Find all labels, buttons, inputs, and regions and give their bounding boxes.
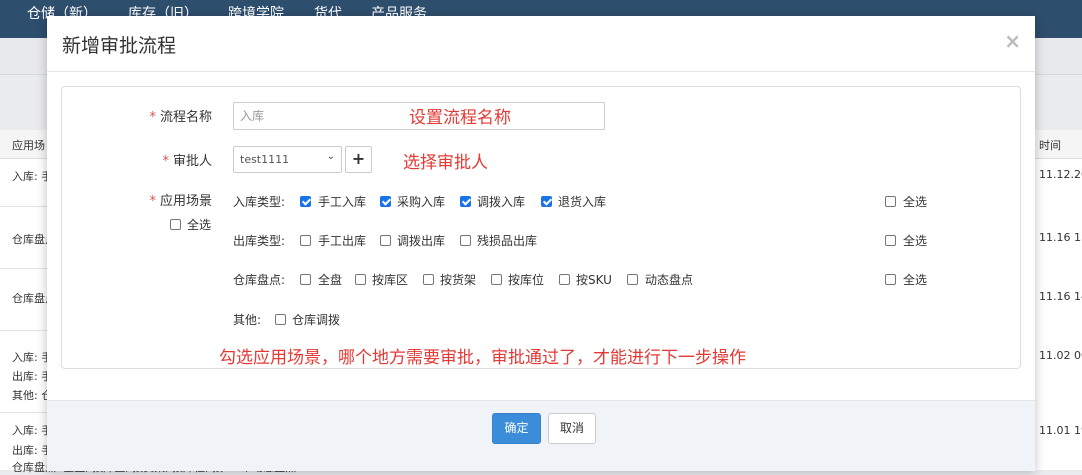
checkbox-select-all-stocktake[interactable] <box>885 274 896 285</box>
row-divider <box>0 268 47 269</box>
option-purchase-inbound: 采购入库 <box>397 195 446 209</box>
stocktake-label: 仓库盘点: <box>233 273 286 287</box>
scene-select-all-checkbox[interactable] <box>170 219 181 230</box>
option-dynamic-count: 动态盘点 <box>645 273 694 287</box>
required-mark: * <box>149 194 156 209</box>
add-approver-button[interactable]: + <box>345 146 372 173</box>
table-cell: 11.16 15: <box>1039 231 1082 244</box>
checkbox-manual-outbound[interactable] <box>300 235 311 246</box>
row-divider <box>0 330 47 331</box>
option-by-location: 按库位 <box>508 273 545 287</box>
form-panel: *流程名称 设置流程名称 *审批人 test1111 ⌄ + 选择审批人 *应用… <box>61 86 1021 369</box>
checkbox-return-inbound[interactable] <box>541 196 552 207</box>
scene-label: * 应用场景 <box>112 190 212 209</box>
background-table-left: 应用场 入库: 手 仓库盘点 仓库盘点 入库: 手 出库: 手 其他: 仓 入库… <box>0 130 56 470</box>
option-transfer-inbound: 调拨入库 <box>477 195 526 209</box>
plus-icon: + <box>351 149 366 168</box>
row-divider <box>0 206 47 207</box>
option-damaged-outbound: 残损品出库 <box>477 234 538 248</box>
select-all-outbound-label: 全选 <box>903 234 928 248</box>
approver-label-text: 审批人 <box>172 154 212 169</box>
outbound-type-label: 出库类型: <box>233 234 286 248</box>
other-label: 其他: <box>233 313 262 327</box>
scene-label-text: 应用场景 <box>159 194 212 209</box>
dialog-footer: 确定 取消 <box>47 400 1035 471</box>
dialog-header: 新增审批流程 × <box>47 16 1035 72</box>
table-cell: 11.12.20 11: <box>1039 168 1082 181</box>
close-icon[interactable]: × <box>1004 29 1021 53</box>
option-full-count: 全盘 <box>318 273 343 287</box>
select-all-stocktake-label: 全选 <box>903 273 928 287</box>
option-by-zone: 按库区 <box>372 273 409 287</box>
checkbox-manual-inbound[interactable] <box>300 196 311 207</box>
checkbox-select-all-outbound[interactable] <box>885 235 896 246</box>
option-by-shelf: 按货架 <box>440 273 477 287</box>
option-return-inbound: 退货入库 <box>558 195 607 209</box>
approver-annotation: 选择审批人 <box>403 153 488 173</box>
chevron-down-icon: ⌄ <box>326 151 335 162</box>
select-all-inbound-label: 全选 <box>903 195 928 209</box>
checkbox-by-location[interactable] <box>491 274 502 285</box>
approver-selected-value: test1111 <box>240 153 290 166</box>
column-header: 时间 <box>1039 139 1061 152</box>
column-header: 应用场 <box>12 139 45 152</box>
scene-select-all-label: 全选 <box>187 218 212 232</box>
checkbox-transfer-inbound[interactable] <box>460 196 471 207</box>
required-mark: * <box>162 154 169 169</box>
checkbox-warehouse-transfer[interactable] <box>275 314 286 325</box>
scene-annotation: 勾选应用场景，哪个地方需要审批，审批通过了，才能进行下一步操作 <box>219 348 746 368</box>
checkbox-by-zone[interactable] <box>355 274 366 285</box>
checkbox-by-sku[interactable] <box>559 274 570 285</box>
option-manual-inbound: 手工入库 <box>318 195 367 209</box>
checkbox-dynamic-count[interactable] <box>627 274 638 285</box>
option-by-sku: 按SKU <box>576 273 612 287</box>
checkbox-select-all-inbound[interactable] <box>885 196 896 207</box>
table-cell: 11.01 19: <box>1039 424 1082 437</box>
required-mark: * <box>149 110 156 125</box>
checkbox-damaged-outbound[interactable] <box>460 235 471 246</box>
checkbox-transfer-outbound[interactable] <box>380 235 391 246</box>
flow-name-annotation: 设置流程名称 <box>409 108 511 128</box>
table-cell: 11.16 14: <box>1039 290 1082 303</box>
option-warehouse-transfer: 仓库调拨 <box>292 313 341 327</box>
cancel-button[interactable]: 取消 <box>548 413 596 444</box>
approver-label: * 审批人 <box>112 150 212 169</box>
checkbox-full-count[interactable] <box>300 274 311 285</box>
approver-select[interactable]: test1111 ⌄ <box>233 146 342 173</box>
flow-name-label-text: 流程名称 <box>159 110 212 125</box>
inbound-type-label: 入库类型: <box>233 195 286 209</box>
table-cell: 11.02 00: <box>1039 349 1082 362</box>
checkbox-by-shelf[interactable] <box>423 274 434 285</box>
background-table-right: 时间 11.12.20 11: 11.16 15: 11.16 14: 11.0… <box>1035 130 1082 470</box>
flow-name-label: * 流程名称 <box>112 106 212 125</box>
option-transfer-outbound: 调拨出库 <box>397 234 446 248</box>
option-manual-outbound: 手工出库 <box>318 234 367 248</box>
row-divider <box>0 412 47 413</box>
add-approval-flow-dialog: 新增审批流程 × *流程名称 设置流程名称 *审批人 test1111 ⌄ + … <box>47 16 1035 471</box>
confirm-button[interactable]: 确定 <box>492 413 541 444</box>
checkbox-purchase-inbound[interactable] <box>380 196 391 207</box>
dialog-title: 新增审批流程 <box>62 35 177 57</box>
